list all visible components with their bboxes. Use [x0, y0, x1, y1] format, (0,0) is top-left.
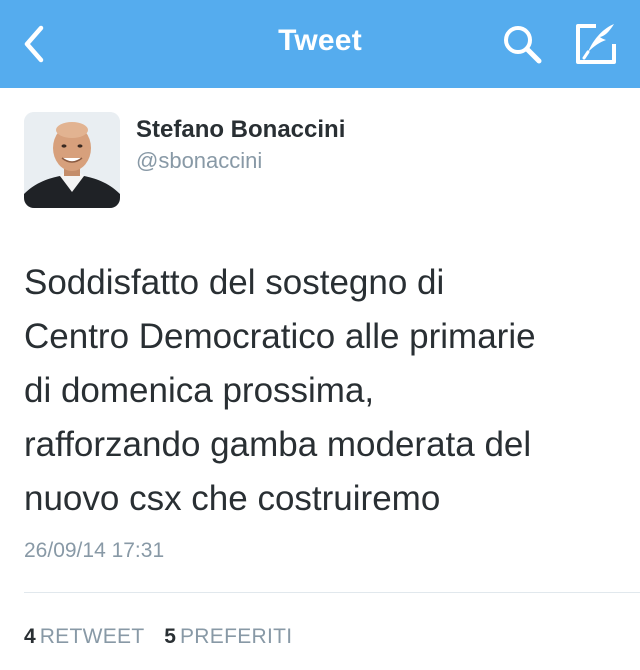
avatar[interactable] — [24, 112, 120, 208]
compose-tweet-button[interactable] — [570, 20, 622, 68]
avatar-photo-icon — [24, 112, 120, 208]
tweet-timestamp: 26/09/14 17:31 — [24, 539, 165, 562]
compose-tweet-icon — [576, 24, 616, 64]
retweets-stat[interactable]: 4 RETWEET — [24, 625, 144, 649]
tweet-text-line: Centro Democratico alle primarie — [24, 317, 536, 356]
top-nav-bar: Tweet — [0, 0, 640, 88]
tweet-text-line: di domenica prossima, — [24, 371, 375, 410]
retweet-label: RETWEET — [39, 625, 145, 648]
author-name[interactable]: Stefano Bonaccini — [136, 116, 345, 144]
search-icon — [504, 26, 542, 64]
author-handle[interactable]: @sbonaccini — [136, 148, 262, 174]
tweet-text-line: rafforzando gamba moderata del — [24, 425, 532, 464]
divider — [24, 592, 640, 593]
favorites-label: PREFERITI — [179, 625, 293, 648]
retweet-count: 4 — [24, 625, 36, 648]
tweet-text-line: nuovo csx che costruiremo — [24, 479, 441, 518]
favorites-count: 5 — [164, 625, 176, 648]
tweet-text-line: Soddisfatto del sostegno di — [24, 263, 445, 302]
tweet-text: Soddisfatto del sostegno di Centro Democ… — [24, 256, 624, 526]
search-button[interactable] — [498, 22, 546, 66]
favorites-stat[interactable]: 5 PREFERITI — [164, 625, 292, 649]
tweet-stats: 4 RETWEET 5 PREFERITI — [24, 625, 306, 649]
